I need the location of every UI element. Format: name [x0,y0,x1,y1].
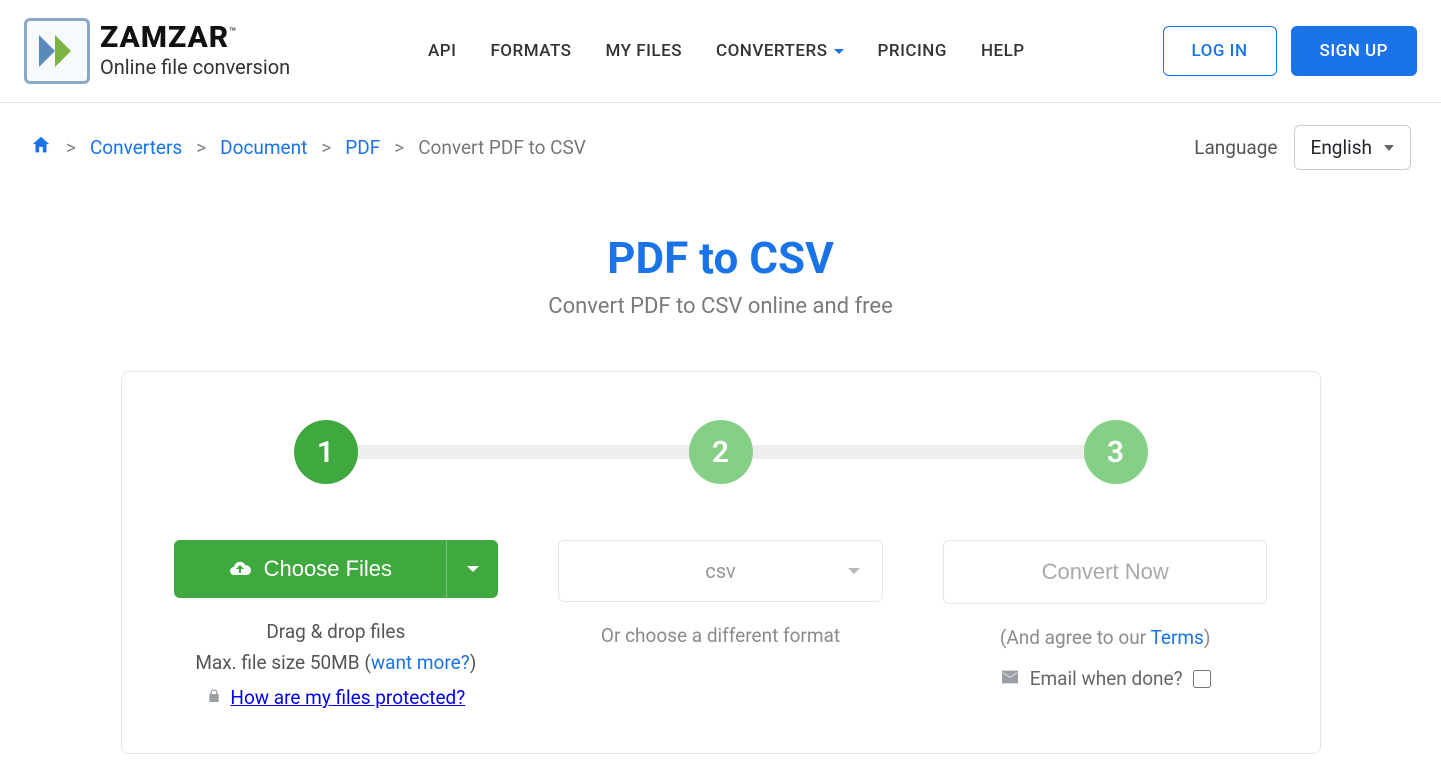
email-when-done-row[interactable]: Email when done? [1000,667,1211,690]
logo-text: ZAMZAR™ Online file conversion [100,23,290,79]
choose-files-group: Choose Files [174,540,499,598]
home-icon[interactable] [30,134,52,161]
brand-title: ZAMZAR [100,20,229,55]
files-protected-row: How are my files protected? [206,686,465,709]
mail-icon [1000,667,1020,690]
col-choose: Choose Files Drag & drop files Max. file… [174,540,499,709]
breadcrumb: > Converters > Document > PDF > Convert … [30,134,586,161]
format-value: csv [705,559,735,583]
step-indicator: 1 2 3 [294,420,1148,484]
nav-pricing[interactable]: PRICING [878,41,947,61]
language-select[interactable]: English [1294,125,1411,170]
columns: Choose Files Drag & drop files Max. file… [174,540,1268,709]
email-when-done-label: Email when done? [1030,667,1183,690]
hero: PDF to CSV Convert PDF to CSV online and… [0,232,1441,319]
breadcrumb-separator: > [394,136,404,159]
breadcrumb-converters[interactable]: Converters [90,136,182,159]
email-when-done-checkbox[interactable] [1193,670,1211,688]
converter-card: 1 2 3 Choose Files Drag & drop files Max… [121,371,1321,754]
col-convert: Convert Now (And agree to our Terms) Ema… [943,540,1268,690]
chevron-down-icon [467,566,479,572]
subbar: > Converters > Document > PDF > Convert … [0,103,1441,192]
language-label: Language [1194,136,1277,159]
breadcrumb-separator: > [321,136,331,159]
choose-files-dropdown[interactable] [446,540,498,598]
lock-icon [206,686,222,709]
logo[interactable]: ZAMZAR™ Online file conversion [24,18,290,84]
choose-files-button[interactable]: Choose Files [174,540,447,598]
format-select[interactable]: csv [558,540,883,602]
nav-api[interactable]: API [428,41,456,61]
step-1: 1 [294,420,358,484]
breadcrumb-document[interactable]: Document [220,136,307,159]
brand-tm: ™ [229,25,238,39]
language-switcher: Language English [1194,125,1411,170]
header-actions: LOG IN SIGN UP [1163,26,1418,76]
main-nav: API FORMATS MY FILES CONVERTERS PRICING … [428,41,1025,61]
page-title: PDF to CSV [0,232,1441,284]
terms-link[interactable]: Terms [1150,626,1203,649]
login-button[interactable]: LOG IN [1163,26,1277,76]
drag-drop-hint: Drag & drop files [174,620,499,643]
breadcrumb-pdf[interactable]: PDF [345,136,380,159]
page-subtitle: Convert PDF to CSV online and free [0,294,1441,319]
format-hint: Or choose a different format [558,624,883,647]
chevron-down-icon [848,568,860,574]
chevron-down-icon [1384,145,1394,151]
breadcrumb-current: Convert PDF to CSV [418,136,586,159]
want-more-link[interactable]: want more? [371,651,470,674]
terms-hint: (And agree to our Terms) [943,626,1268,649]
col-format: csv Or choose a different format [558,540,883,647]
max-size-hint: Max. file size 50MB (want more?) [174,651,499,674]
convert-now-button[interactable]: Convert Now [943,540,1268,604]
logo-mark-icon [24,18,90,84]
chevron-down-icon [834,49,844,54]
step-2: 2 [689,420,753,484]
nav-help[interactable]: HELP [981,41,1025,61]
language-value: English [1311,136,1372,159]
step-3: 3 [1084,420,1148,484]
files-protected-link[interactable]: How are my files protected? [230,686,465,709]
upload-cloud-icon [228,557,252,581]
nav-converters[interactable]: CONVERTERS [716,41,844,61]
signup-button[interactable]: SIGN UP [1291,26,1417,76]
nav-myfiles[interactable]: MY FILES [605,41,682,61]
breadcrumb-separator: > [196,136,206,159]
header: ZAMZAR™ Online file conversion API FORMA… [0,0,1441,103]
breadcrumb-separator: > [66,136,76,159]
brand-subtitle: Online file conversion [100,55,290,79]
nav-formats[interactable]: FORMATS [490,41,571,61]
